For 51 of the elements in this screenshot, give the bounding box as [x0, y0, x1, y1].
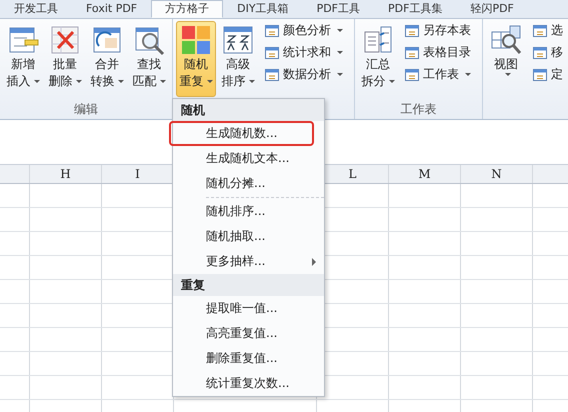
ribbon-small-button[interactable]: 另存本表 [404, 21, 475, 40]
ribbon-tab[interactable]: DIY工具箱 [223, 0, 303, 18]
table-icon [532, 22, 548, 38]
table-icon [264, 66, 280, 82]
ribbon-button[interactable]: 批量 删除 [45, 21, 85, 97]
ribbon-button[interactable]: 随机 重复 [176, 21, 216, 97]
menu-item[interactable]: 随机抽取... [173, 224, 324, 249]
color-squares-icon [180, 24, 212, 56]
ribbon-tab[interactable]: PDF工具集 [374, 0, 456, 18]
menu-heading: 重复 [181, 278, 205, 292]
ribbon-tab[interactable]: 方方格子 [151, 0, 224, 18]
ribbon-button[interactable]: 视图 [486, 21, 526, 97]
table-icon [404, 22, 420, 38]
table-magnifier-icon [490, 24, 522, 56]
table-icon [532, 66, 548, 82]
ribbon-small-button[interactable]: 表格目录 [404, 43, 475, 62]
menu-item[interactable]: 高亮重复值... [173, 321, 324, 346]
menu-item[interactable]: 删除重复值... [173, 346, 324, 371]
column-header[interactable]: N [461, 165, 533, 183]
group-label: 编辑 [74, 102, 98, 116]
column-header[interactable]: M [389, 165, 461, 183]
ribbon-tab[interactable]: PDF工具 [302, 0, 374, 18]
ribbon-button[interactable]: 高级 排序 [218, 21, 258, 97]
menu-item[interactable]: 统计重复次数... [173, 371, 324, 396]
menu-item[interactable]: 提取唯一值... [173, 296, 324, 321]
menu-item[interactable]: 随机排序... [173, 199, 324, 224]
ribbon-tab[interactable]: Foxit PDF [72, 0, 152, 18]
table-icon [532, 44, 548, 60]
table-delete-icon [49, 24, 81, 56]
ribbon-button[interactable]: 查找 匹配 [129, 21, 169, 97]
table-icon [264, 22, 280, 38]
table-icon [404, 66, 420, 82]
menu-item[interactable]: 更多抽样... [173, 249, 324, 274]
ribbon-small-button[interactable]: 工作表 [404, 65, 475, 84]
menu-heading: 随机 [181, 103, 205, 117]
ribbon-small-button[interactable]: 选 [532, 21, 567, 40]
ribbon-small-button[interactable]: 定 [532, 65, 567, 84]
ribbon-small-button[interactable]: 移 [532, 43, 567, 62]
ribbon-button[interactable]: 合并 转换 [87, 21, 127, 97]
table-icon [404, 44, 420, 60]
menu-item[interactable]: 生成随机数... [169, 121, 314, 146]
ribbon-small-button[interactable]: 统计求和 [264, 43, 347, 62]
ribbon-button[interactable]: 汇总 拆分 [358, 21, 398, 97]
ribbon-tab[interactable]: 轻闪PDF [456, 0, 528, 18]
table-icon [264, 44, 280, 60]
ribbon-button[interactable]: 新增 插入 [3, 21, 43, 97]
column-header[interactable]: H [30, 165, 102, 183]
group-label: 工作表 [400, 102, 436, 116]
ribbon-small-button[interactable]: 颜色分析 [264, 21, 347, 40]
ribbon-small-button[interactable]: 数据分析 [264, 65, 347, 84]
ribbon-tab[interactable]: 开发工具 [0, 0, 72, 18]
